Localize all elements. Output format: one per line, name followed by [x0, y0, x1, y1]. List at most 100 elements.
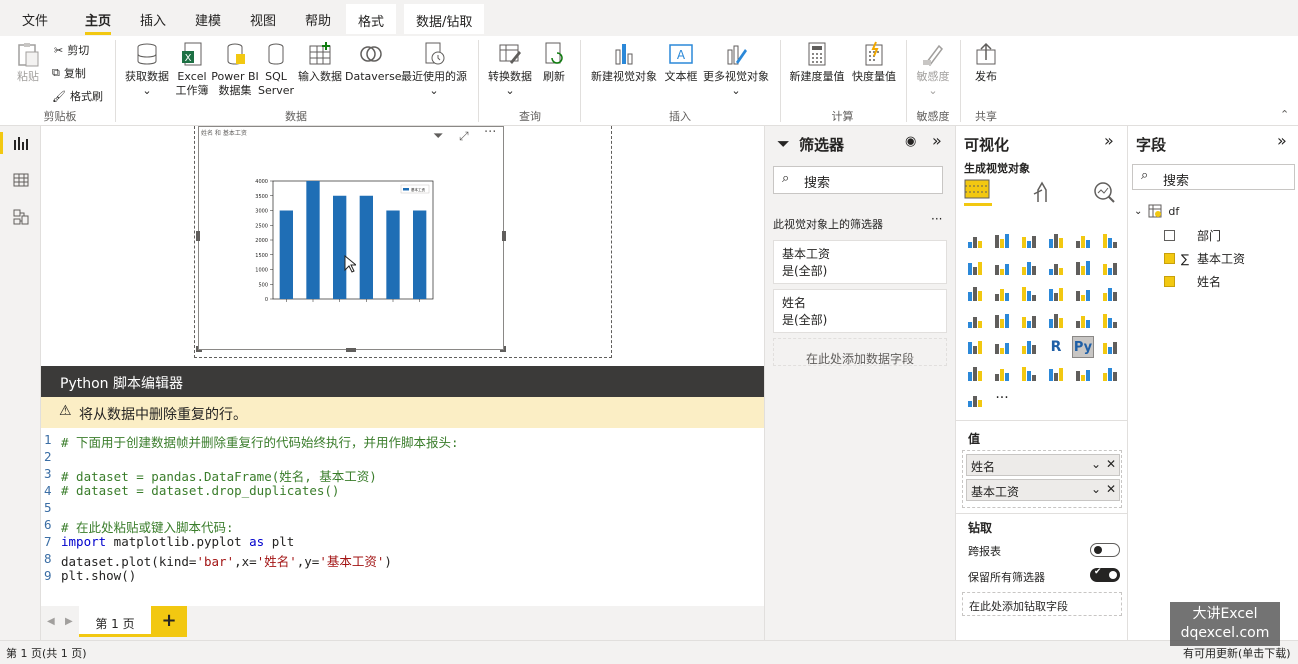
- get-data-button[interactable]: 获取数据 ⌄: [122, 40, 172, 98]
- filter-card[interactable]: 姓名 是(全部): [773, 289, 947, 333]
- copy-button[interactable]: ⧉ 复制: [52, 65, 86, 81]
- python-visual-icon[interactable]: Py: [1072, 336, 1094, 358]
- gauge-icon[interactable]: [1018, 310, 1040, 332]
- cross-report-toggle[interactable]: [1090, 543, 1120, 557]
- prev-page-icon[interactable]: ◀: [47, 616, 55, 627]
- chevron-down-icon[interactable]: ⌄: [1091, 482, 1101, 496]
- filter-search-input[interactable]: ⌕ 搜索: [773, 166, 943, 194]
- checkbox[interactable]: [1164, 230, 1175, 241]
- ribbon-chart-icon[interactable]: [1099, 257, 1121, 279]
- collapse-icon[interactable]: »: [1104, 131, 1114, 150]
- keep-filters-toggle[interactable]: ✔: [1090, 567, 1120, 582]
- tab-page-1[interactable]: 第 1 页: [79, 606, 151, 637]
- data-view-icon[interactable]: [12, 171, 30, 189]
- stacked-area-icon[interactable]: [1018, 257, 1040, 279]
- resize-handle[interactable]: [500, 346, 506, 352]
- new-visual-button[interactable]: 新建视觉对象: [588, 40, 660, 84]
- transform-data-button[interactable]: 转换数据 ⌄: [486, 40, 534, 98]
- value-field-salary[interactable]: 基本工资 ⌄ ✕: [966, 479, 1120, 501]
- clustered-bar-icon[interactable]: [1018, 230, 1040, 252]
- close-icon[interactable]: ✕: [1106, 457, 1116, 471]
- field-item[interactable]: ∑ 基本工资: [1164, 250, 1245, 267]
- tab-data-drill[interactable]: 数据/钻取: [404, 4, 485, 34]
- decomposition-tree-icon[interactable]: [964, 363, 986, 385]
- menu-home[interactable]: 主页: [85, 10, 112, 35]
- powerbi-dataset-button[interactable]: Power BI 数据集: [210, 40, 260, 98]
- menu-help[interactable]: 帮助: [305, 10, 331, 29]
- field-item[interactable]: 部门: [1164, 227, 1221, 244]
- power-automate-icon[interactable]: [1099, 363, 1121, 385]
- resize-handle[interactable]: [346, 348, 356, 352]
- more-visuals-button[interactable]: 更多视觉对象 ⌄: [700, 40, 772, 98]
- more-options-icon[interactable]: ···: [931, 212, 942, 226]
- collapse-icon[interactable]: »: [1277, 131, 1287, 150]
- stacked-bar-icon[interactable]: [964, 230, 986, 252]
- paste-button[interactable]: 粘贴: [12, 40, 44, 84]
- clustered-column-icon[interactable]: [1045, 230, 1067, 252]
- resize-handle[interactable]: [502, 231, 506, 241]
- format-visual-icon[interactable]: [1030, 180, 1054, 204]
- python-visual[interactable]: 姓名 和 基本工资 ⏷ ⤢ ··· 0 500 1000 1500 2000 2500 30…: [198, 125, 504, 350]
- add-drill-field[interactable]: 在此处添加钻取字段: [962, 592, 1122, 616]
- treemap-icon[interactable]: [1099, 283, 1121, 305]
- multi-row-card-icon[interactable]: [1072, 310, 1094, 332]
- qa-icon[interactable]: [991, 363, 1013, 385]
- menu-insert[interactable]: 插入: [140, 10, 166, 29]
- add-page-button[interactable]: +: [151, 606, 187, 637]
- line-chart-icon[interactable]: [964, 257, 986, 279]
- recent-sources-button[interactable]: 最近使用的源 ⌄: [398, 40, 470, 98]
- format-painter-button[interactable]: 🖌 格式刷: [52, 88, 103, 104]
- sql-server-button[interactable]: SQL Server: [258, 40, 294, 98]
- resize-handle[interactable]: [196, 346, 202, 352]
- new-measure-button[interactable]: 新建度量值: [786, 40, 848, 84]
- quick-measure-button[interactable]: 快度量值: [849, 40, 899, 84]
- paginated-report-icon[interactable]: [1045, 363, 1067, 385]
- stacked-column-icon[interactable]: [991, 230, 1013, 252]
- report-view-icon[interactable]: [12, 134, 30, 152]
- checkbox[interactable]: [1164, 253, 1175, 264]
- 100-column-icon[interactable]: [1099, 230, 1121, 252]
- more-options-icon[interactable]: ···: [484, 125, 496, 140]
- r-visual-icon[interactable]: R: [1045, 336, 1067, 358]
- excel-button[interactable]: X Excel 工作簿: [173, 40, 211, 98]
- menu-view[interactable]: 视图: [250, 10, 276, 29]
- line-column-icon[interactable]: [1045, 257, 1067, 279]
- build-visual-tab[interactable]: [964, 176, 992, 206]
- field-item[interactable]: 姓名: [1164, 273, 1221, 290]
- smart-narrative-icon[interactable]: [1018, 363, 1040, 385]
- more-visuals-icon[interactable]: [964, 389, 986, 411]
- waterfall-icon[interactable]: [964, 283, 986, 305]
- enter-data-button[interactable]: 输入数据: [296, 40, 344, 84]
- focus-mode-icon[interactable]: ⤢: [459, 129, 469, 144]
- refresh-button[interactable]: 刷新: [538, 40, 570, 84]
- filter-icon[interactable]: ⏷: [433, 129, 443, 144]
- tab-format[interactable]: 格式: [346, 4, 397, 34]
- scatter-icon[interactable]: [1018, 283, 1040, 305]
- close-icon[interactable]: ✕: [1106, 482, 1116, 496]
- slicer-icon[interactable]: [964, 336, 986, 358]
- add-filter-field[interactable]: 在此处添加数据字段: [773, 338, 947, 366]
- area-chart-icon[interactable]: [991, 257, 1013, 279]
- value-field-name[interactable]: 姓名 ⌄ ✕: [966, 454, 1120, 476]
- 100-bar-icon[interactable]: [1072, 230, 1094, 252]
- card-icon[interactable]: [1045, 310, 1067, 332]
- sensitivity-button[interactable]: 敏感度 ⌄: [912, 40, 954, 98]
- update-link[interactable]: 有可用更新(单击下载): [1183, 645, 1291, 661]
- menu-modeling[interactable]: 建模: [195, 10, 221, 29]
- filter-card[interactable]: 基本工资 是(全部): [773, 240, 947, 284]
- field-search-input[interactable]: ⌕ 搜索: [1132, 164, 1295, 190]
- eye-icon[interactable]: ◉: [905, 134, 916, 149]
- power-apps-icon[interactable]: [1072, 363, 1094, 385]
- table-df[interactable]: ⌄ df: [1134, 204, 1179, 218]
- collapse-icon[interactable]: »: [932, 131, 942, 150]
- next-page-icon[interactable]: ▶: [65, 616, 73, 627]
- funnel-icon[interactable]: [991, 283, 1013, 305]
- menu-file[interactable]: 文件: [22, 10, 48, 29]
- matrix-icon[interactable]: [1018, 336, 1040, 358]
- filled-map-icon[interactable]: [991, 310, 1013, 332]
- table-icon[interactable]: [991, 336, 1013, 358]
- resize-handle[interactable]: [196, 231, 200, 241]
- collapse-ribbon-icon[interactable]: ⌃: [1280, 108, 1289, 121]
- publish-button[interactable]: 发布: [968, 40, 1004, 84]
- ellipsis-icon[interactable]: ···: [991, 389, 1013, 411]
